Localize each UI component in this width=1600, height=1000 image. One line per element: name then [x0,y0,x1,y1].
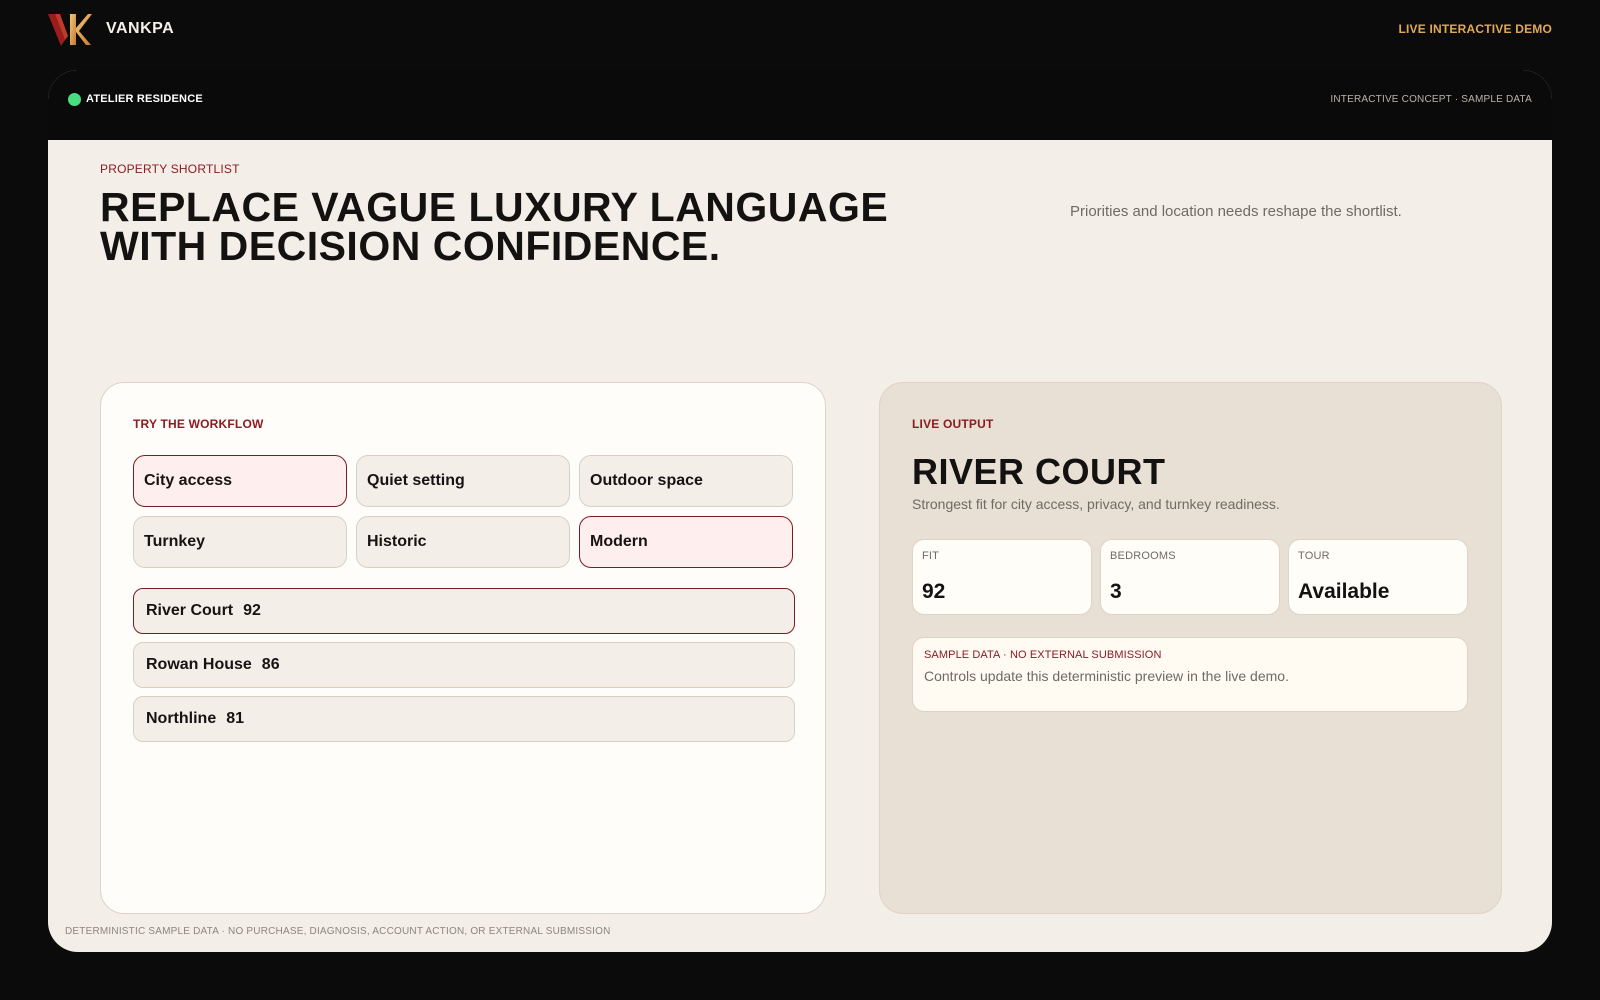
chip-modern[interactable]: Modern [579,516,793,568]
shortlist-item[interactable]: Northline 81 [133,696,795,742]
hero-subtext: Priorities and location needs reshape th… [1070,203,1402,220]
stat-card-bedrooms: BEDROOMS 3 [1100,539,1280,615]
stat-label: FIT [922,550,940,562]
note-text: Controls update this deterministic previ… [924,668,1289,684]
property-score: 92 [243,602,261,619]
stat-value: 3 [1110,580,1122,603]
chip-historic[interactable]: Historic [356,516,570,568]
hero-eyebrow: PROPERTY SHORTLIST [100,162,240,176]
property-name: Northline [146,710,217,727]
stat-label: BEDROOMS [1110,550,1176,562]
brand-name: VANKPA [106,20,175,37]
footer-disclaimer: DETERMINISTIC SAMPLE DATA · NO PURCHASE,… [65,926,611,937]
shortlist-item[interactable]: Rowan House 86 [133,642,795,688]
sample-data-note: SAMPLE DATA · NO EXTERNAL SUBMISSION Con… [912,637,1468,712]
property-score: 81 [226,710,245,727]
vankpa-logo-icon [48,14,92,46]
chip-outdoor-space[interactable]: Outdoor space [579,455,793,507]
priority-chips: City access Quiet setting Outdoor space … [133,455,795,568]
output-eyebrow: LIVE OUTPUT [912,417,994,431]
shortlist: River Court 92 Rowan House 86 Northline … [133,588,795,750]
shortlist-item[interactable]: River Court 92 [133,588,795,634]
stat-card-fit: FIT 92 [912,539,1092,615]
workflow-eyebrow: TRY THE WORKFLOW [133,417,264,431]
top-bar: VANKPA LIVE INTERACTIVE DEMO [0,0,1600,60]
stat-card-tour: TOUR Available [1288,539,1468,615]
demo-frame: ATELIER RESIDENCE INTERACTIVE CONCEPT · … [48,70,1552,952]
stat-cards: FIT 92 BEDROOMS 3 TOUR Available [912,539,1468,615]
chip-quiet-setting[interactable]: Quiet setting [356,455,570,507]
live-output-panel: LIVE OUTPUT RIVER COURT Strongest fit fo… [879,382,1502,914]
workflow-panel: TRY THE WORKFLOW City access Quiet setti… [100,382,826,914]
stat-value: 92 [922,580,946,603]
property-score: 86 [261,656,280,673]
chip-turnkey[interactable]: Turnkey [133,516,347,568]
frame-header: ATELIER RESIDENCE INTERACTIVE CONCEPT · … [48,70,1552,140]
output-subtitle: Strongest fit for city access, privacy, … [912,496,1280,512]
note-label: SAMPLE DATA · NO EXTERNAL SUBMISSION [924,649,1162,661]
page-title: REPLACE VAGUE LUXURY LANGUAGE WITH DECIS… [100,184,889,269]
concept-label: INTERACTIVE CONCEPT · SAMPLE DATA [1330,94,1532,105]
live-demo-link[interactable]: LIVE INTERACTIVE DEMO [1398,22,1552,36]
residence-name: ATELIER RESIDENCE [86,93,203,105]
status-dot-icon [68,93,81,106]
property-name: River Court [146,602,234,619]
chip-city-access[interactable]: City access [133,455,347,507]
stat-value: Available [1298,580,1390,603]
stat-label: TOUR [1298,550,1330,562]
property-name: Rowan House [146,656,252,673]
output-title: RIVER COURT [912,451,1166,492]
